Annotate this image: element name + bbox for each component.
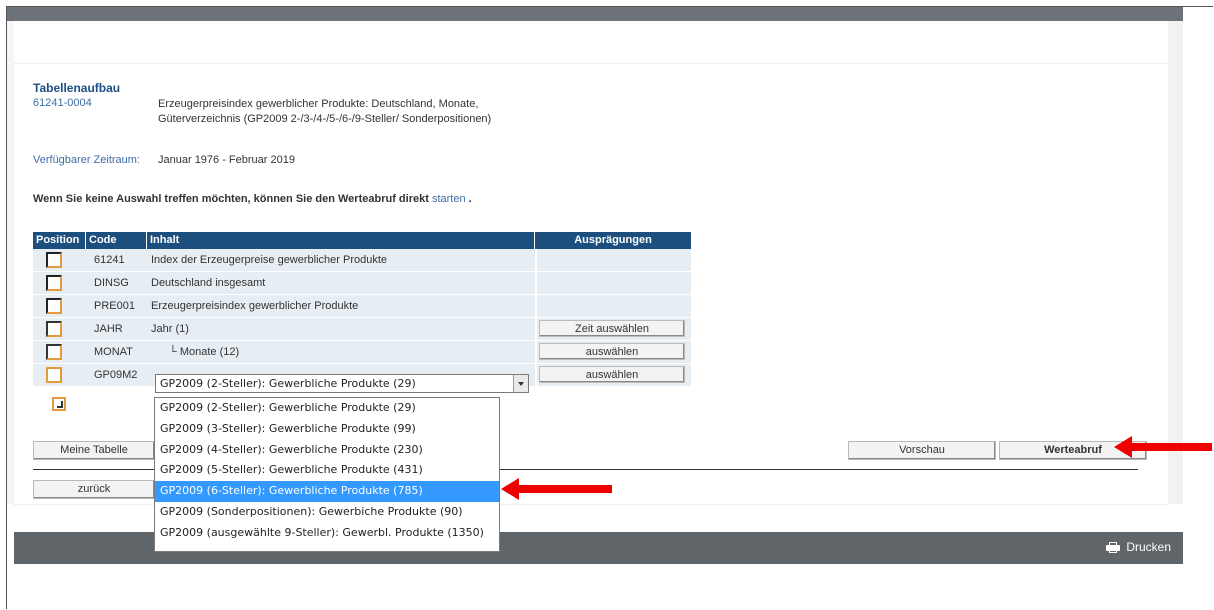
chevron-down-icon[interactable] xyxy=(513,375,528,392)
table-row: JAHR Jahr (1) Zeit auswählen xyxy=(33,318,691,341)
row-inhalt: Jahr (1) xyxy=(151,323,189,335)
position-checkbox-icon[interactable] xyxy=(46,252,62,268)
print-link[interactable]: Drucken xyxy=(1106,540,1171,554)
page-title: Tabellenaufbau xyxy=(33,81,121,95)
zurueck-button[interactable]: zurück xyxy=(33,480,155,499)
table-row: 61241 Index der Erzeugerpreise gewerblic… xyxy=(33,249,691,272)
row-auspraegung: auswählen xyxy=(535,341,691,363)
row-auspraegung xyxy=(535,249,691,271)
left-margin xyxy=(7,21,14,504)
gp-dropdown-list: GP2009 (2-Steller): Gewerbliche Produkte… xyxy=(154,397,500,552)
table-row: DINSG Deutschland insgesamt xyxy=(33,272,691,295)
add-position-icon[interactable] xyxy=(52,397,66,411)
table-code: 61241-0004 xyxy=(33,97,92,109)
position-checkbox-icon[interactable] xyxy=(46,344,62,360)
red-arrow-icon xyxy=(1114,436,1212,458)
start-link[interactable]: starten xyxy=(432,193,466,205)
right-margin xyxy=(1168,21,1183,504)
zeit-auswaehlen-button[interactable]: Zeit auswählen xyxy=(539,320,685,337)
printer-icon xyxy=(1106,541,1121,553)
row-inhalt: Deutschland insgesamt xyxy=(151,277,266,289)
gp-auswaehlen-button[interactable]: auswählen xyxy=(539,366,685,383)
position-checkbox-icon[interactable] xyxy=(46,321,62,337)
meine-tabelle-button[interactable]: Meine Tabelle xyxy=(33,441,155,460)
row-auspraegung: Zeit auswählen xyxy=(535,318,691,340)
vorschau-button[interactable]: Vorschau xyxy=(848,441,996,460)
dropdown-option[interactable]: GP2009 (2-Steller): Gewerbliche Produkte… xyxy=(155,398,499,419)
header-position: Position xyxy=(33,232,86,249)
header-inhalt: Inhalt xyxy=(147,232,535,249)
header-code: Code xyxy=(86,232,147,249)
header-auspraegungen: Ausprägungen xyxy=(574,234,652,246)
structure-table: Position Code Inhalt Ausprägungen 61241 … xyxy=(33,232,691,393)
position-checkbox-icon[interactable] xyxy=(46,275,62,291)
row-auspraegung xyxy=(535,295,691,317)
row-inhalt: Erzeugerpreisindex gewerblicher Produkte xyxy=(151,300,359,312)
row-code: GP09M2 xyxy=(94,369,138,381)
row-inhalt: Index der Erzeugerpreise gewerblicher Pr… xyxy=(151,254,388,266)
row-code: DINSG xyxy=(94,277,129,289)
monate-auswaehlen-button[interactable]: auswählen xyxy=(539,343,685,360)
row-inhalt: └ Monate (12) xyxy=(169,346,240,358)
dropdown-option-selected[interactable]: GP2009 (6-Steller): Gewerbliche Produkte… xyxy=(155,481,499,502)
table-description: Erzeugerpreisindex gewerblicher Produkte… xyxy=(158,98,492,125)
table-header: Position Code Inhalt Ausprägungen xyxy=(33,232,691,249)
position-checkbox-icon[interactable] xyxy=(46,367,62,383)
dropdown-option[interactable]: GP2009 (Sonderpositionen): Gewerbiche Pr… xyxy=(155,502,499,523)
top-bar xyxy=(7,7,1183,21)
row-code: JAHR xyxy=(94,323,123,335)
table-row: PRE001 Erzeugerpreisindex gewerblicher P… xyxy=(33,295,691,318)
dropdown-option[interactable]: GP2009 (3-Steller): Gewerbliche Produkte… xyxy=(155,419,499,440)
red-arrow-icon xyxy=(501,478,612,500)
row-auspraegung xyxy=(535,272,691,294)
gp-select[interactable]: GP2009 (2-Steller): Gewerbliche Produkte… xyxy=(155,374,529,393)
row-code: 61241 xyxy=(94,254,125,266)
hint-text: Wenn Sie keine Auswahl treffen möchten, … xyxy=(33,193,472,205)
dropdown-option[interactable]: GP2009 (5-Steller): Gewerbliche Produkte… xyxy=(155,460,499,481)
position-checkbox-icon[interactable] xyxy=(46,298,62,314)
dropdown-option[interactable]: GP2009 (ausgewählte 9-Steller): Gewerbl.… xyxy=(155,523,499,544)
row-code: MONAT xyxy=(94,346,133,358)
row-auspraegung: auswählen xyxy=(535,364,691,386)
dropdown-option[interactable]: GP2009 (4-Steller): Gewerbliche Produkte… xyxy=(155,440,499,461)
table-row: MONAT └ Monate (12) auswählen xyxy=(33,341,691,364)
period-label: Verfügbarer Zeitraum: xyxy=(33,154,140,166)
row-code: PRE001 xyxy=(94,300,135,312)
period-value: Januar 1976 - Februar 2019 xyxy=(158,154,295,166)
